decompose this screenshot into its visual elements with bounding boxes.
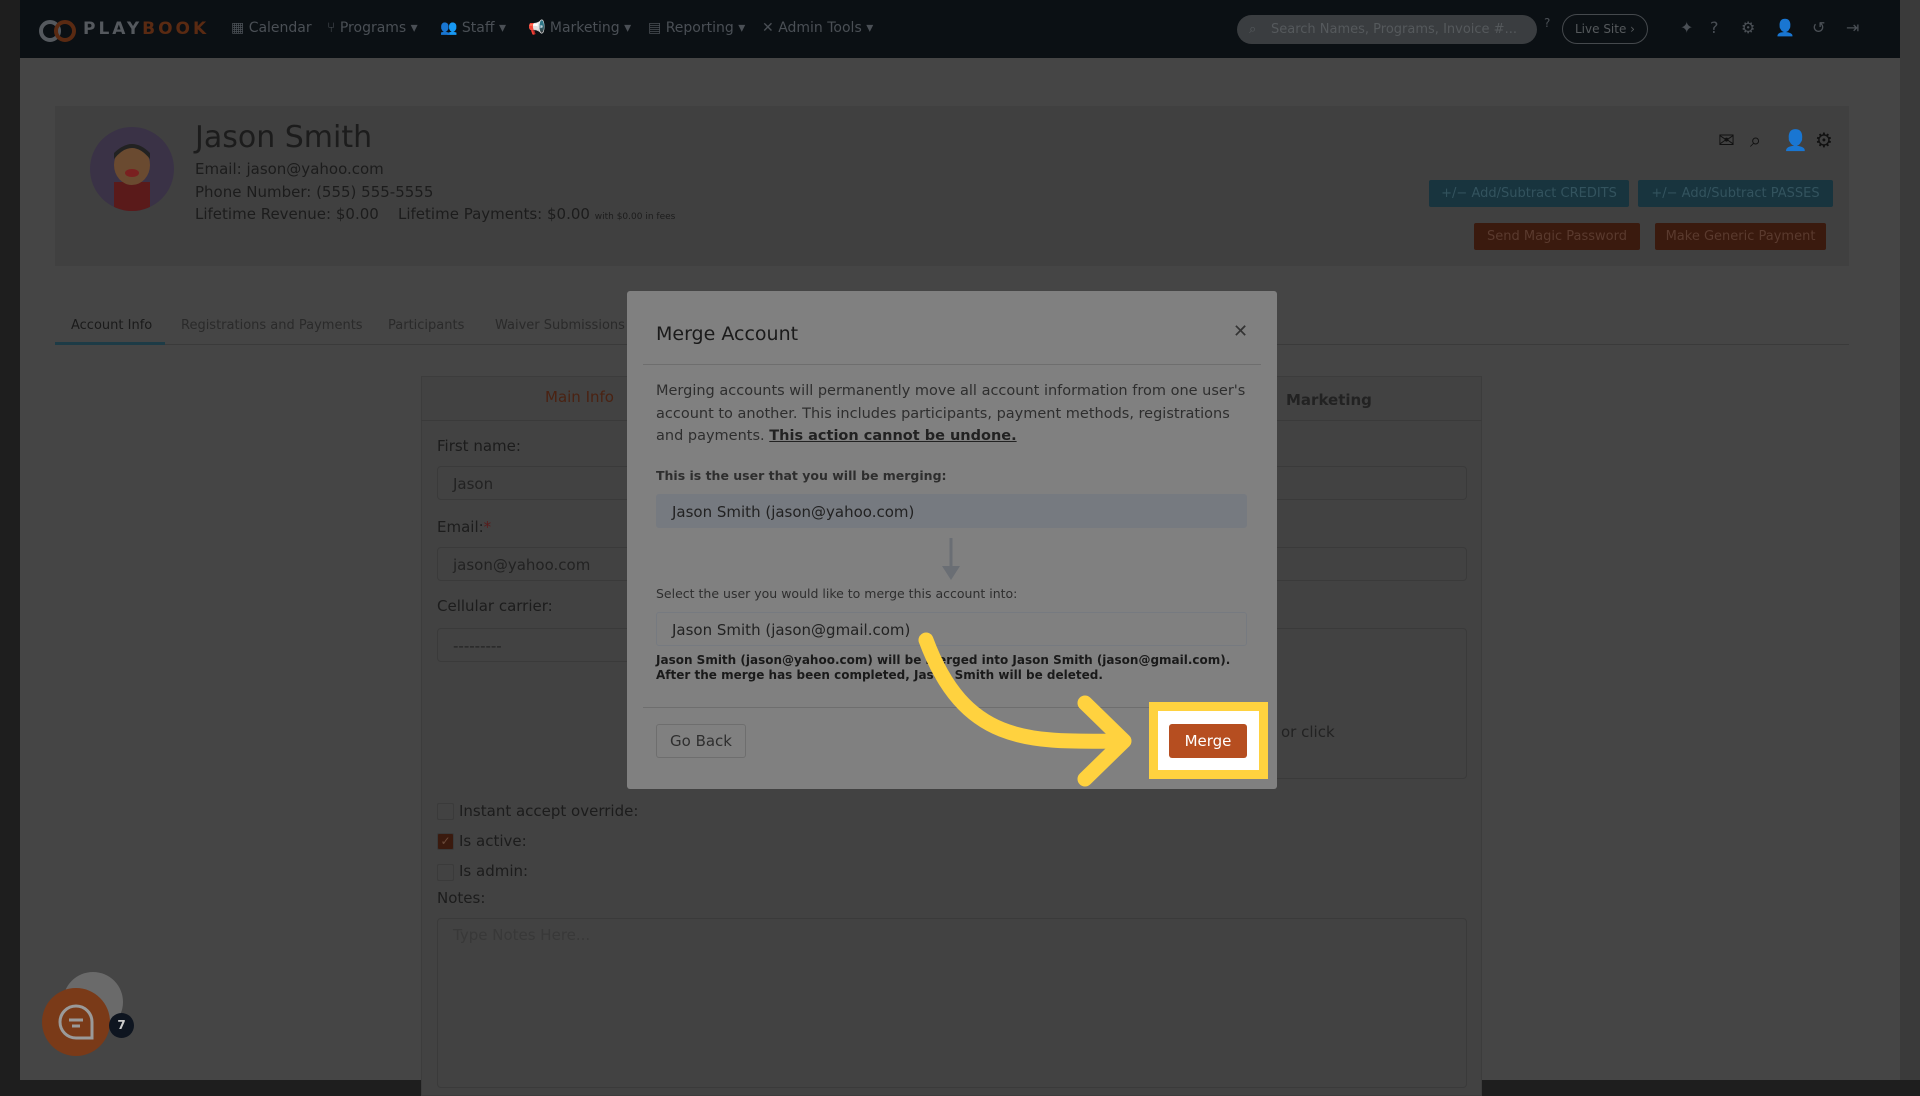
send-magic-password-button[interactable]: Send Magic Password: [1474, 223, 1640, 250]
nav-label: Admin Tools: [778, 20, 862, 36]
is-admin-label: Is admin:: [459, 862, 529, 880]
search-icon: ⌕: [1249, 22, 1257, 37]
tab-waiver-submissions[interactable]: Waiver Submissions: [495, 318, 625, 333]
label: Add/Subtract CREDITS: [1471, 186, 1617, 201]
tab-account-info[interactable]: Account Info: [71, 318, 152, 333]
logout-icon[interactable]: ⇥: [1846, 18, 1859, 37]
label: Phone Number:: [195, 183, 312, 201]
nav-label: Programs: [339, 20, 407, 36]
nav-label: Marketing: [549, 20, 620, 36]
nav-label: Reporting: [665, 20, 734, 36]
search-input[interactable]: ⌕ Search Names, Programs, Invoice #...: [1237, 15, 1537, 44]
first-name-label: First name:: [437, 437, 521, 455]
modal-header-divider: [643, 364, 1261, 365]
arrow-down-icon: [942, 538, 960, 580]
carrier-select[interactable]: ---------: [437, 628, 637, 662]
nav-admin-tools[interactable]: ✕ Admin Tools ▾: [762, 20, 873, 36]
value: $0.00: [547, 205, 590, 223]
user-check-icon[interactable]: 👤: [1783, 128, 1808, 152]
source-label: This is the user that you will be mergin…: [656, 468, 947, 483]
help-small-icon[interactable]: ?: [1544, 16, 1550, 30]
logo[interactable]: PLAY BOOK: [37, 14, 209, 44]
fees-note: with $0.00 in fees: [594, 212, 676, 222]
nav-marketing[interactable]: 📢 Marketing ▾: [528, 20, 631, 36]
history-icon[interactable]: ↺: [1812, 18, 1825, 37]
carrier-label: Cellular carrier:: [437, 597, 553, 615]
nav-label: Calendar: [248, 20, 312, 36]
add-user-icon[interactable]: 👤: [1775, 18, 1795, 37]
modal-description: Merging accounts will permanently move a…: [656, 380, 1246, 448]
live-site-label: Live Site: [1575, 22, 1627, 36]
tab-participants[interactable]: Participants: [388, 318, 464, 333]
label: Email:: [437, 518, 484, 536]
chat-icon: [58, 1004, 94, 1040]
is-admin-checkbox[interactable]: [437, 864, 454, 881]
upload-dropzone[interactable]: [1250, 628, 1467, 779]
email-icon[interactable]: ✉: [1718, 128, 1735, 152]
modal-title: Merge Account: [656, 323, 799, 345]
add-subtract-credits-button[interactable]: +/− Add/Subtract CREDITS: [1429, 180, 1629, 207]
merge-note: Jason Smith (jason@yahoo.com) will be me…: [656, 653, 1231, 682]
warning-text: This action cannot be undone.: [769, 428, 1017, 444]
nav-calendar[interactable]: ▦ Calendar: [231, 20, 312, 36]
tab-registrations-payments[interactable]: Registrations and Payments: [181, 318, 363, 333]
value: jason@yahoo.com: [246, 160, 384, 178]
logo-book: BOOK: [142, 19, 210, 39]
search-placeholder: Search Names, Programs, Invoice #...: [1271, 22, 1517, 37]
logo-icon: [39, 20, 76, 42]
go-back-button[interactable]: Go Back: [656, 724, 746, 758]
gear-icon[interactable]: ⚙: [1741, 18, 1755, 37]
active-tab-indicator: [55, 342, 165, 345]
help-icon[interactable]: ?: [1710, 18, 1719, 37]
live-site-button[interactable]: Live Site ›: [1562, 14, 1648, 44]
target-label: Select the user you would like to merge …: [656, 586, 1018, 601]
gear-icon[interactable]: ⚙: [1815, 128, 1833, 152]
nav-label: Staff: [461, 20, 495, 36]
profile-phone: Phone Number: (555) 555-5555: [195, 183, 433, 201]
is-active-label: Is active:: [459, 832, 527, 850]
profile-name: Jason Smith: [195, 120, 373, 155]
chat-widget-button[interactable]: [42, 988, 110, 1056]
instant-accept-checkbox[interactable]: [437, 803, 454, 820]
search-icon[interactable]: ⌕: [1750, 128, 1761, 152]
plus-minus-icon: +/−: [1651, 186, 1678, 201]
nav-staff[interactable]: 👥 Staff ▾: [440, 20, 506, 36]
upload-hint: or click: [1281, 723, 1335, 741]
scrollbar[interactable]: [1900, 0, 1920, 1080]
make-generic-payment-button[interactable]: Make Generic Payment: [1655, 223, 1826, 250]
add-subtract-passes-button[interactable]: +/− Add/Subtract PASSES: [1638, 180, 1833, 207]
label: Lifetime Payments:: [398, 205, 543, 223]
notes-label: Notes:: [437, 889, 486, 907]
profile-payments: Lifetime Payments: $0.00 with $0.00 in f…: [398, 205, 675, 223]
notes-textarea[interactable]: Type Notes Here...: [437, 918, 1467, 1088]
label: Email:: [195, 160, 242, 178]
nav-programs[interactable]: ⑂ Programs ▾: [327, 20, 418, 36]
value: $0.00: [335, 205, 379, 223]
profile-revenue: Lifetime Revenue: $0.00: [195, 205, 379, 223]
chat-badge: 7: [109, 1013, 134, 1038]
plus-minus-icon: +/−: [1441, 186, 1468, 201]
nav-reporting[interactable]: ▤ Reporting ▾: [648, 20, 745, 36]
required-marker: *: [483, 518, 492, 536]
target-user-select[interactable]: Jason Smith (jason@gmail.com): [656, 612, 1247, 646]
profile-email: Email: jason@yahoo.com: [195, 160, 384, 178]
value: (555) 555-5555: [316, 183, 434, 201]
label: Add/Subtract PASSES: [1681, 186, 1820, 201]
close-icon[interactable]: ✕: [1233, 321, 1248, 342]
is-active-checkbox[interactable]: ✓: [437, 833, 454, 850]
label: Lifetime Revenue:: [195, 205, 332, 223]
avatar: [90, 127, 174, 211]
instant-accept-label: Instant accept override:: [459, 802, 639, 820]
logo-play: PLAY: [83, 19, 143, 39]
email-label: Email:*: [437, 518, 491, 536]
section-main-info[interactable]: Main Info: [545, 388, 614, 406]
merge-button[interactable]: Merge: [1169, 724, 1247, 758]
section-marketing[interactable]: Marketing: [1286, 391, 1372, 409]
announce-icon[interactable]: ✦: [1680, 18, 1693, 37]
source-user-input: Jason Smith (jason@yahoo.com): [656, 494, 1247, 528]
